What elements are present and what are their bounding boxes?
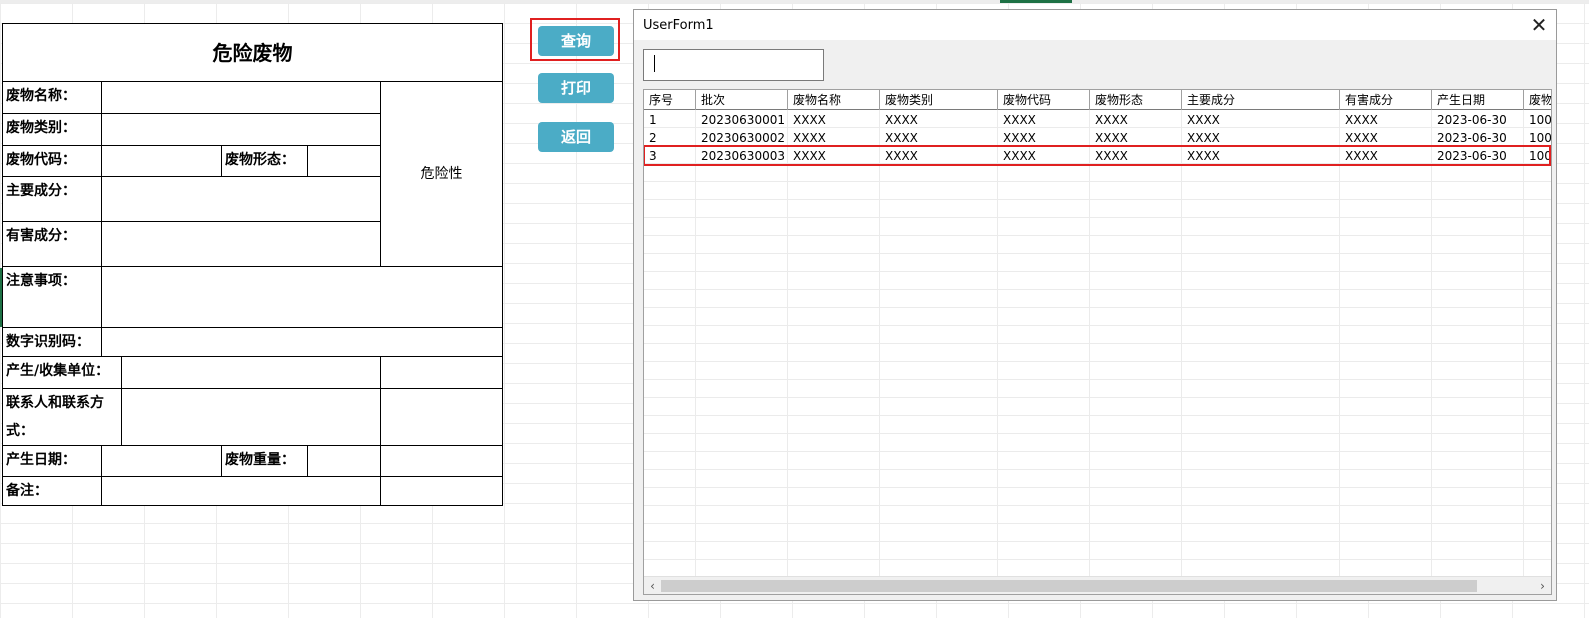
table-cell: XXXX — [1003, 113, 1036, 127]
remark-extra-cell[interactable] — [380, 476, 503, 506]
text-cursor — [654, 55, 655, 72]
table-cell: XXXX — [885, 113, 918, 127]
selected-row-highlight — [644, 145, 1551, 166]
print-button[interactable]: 打印 — [538, 73, 614, 103]
waste-weight-label: 废物重量： — [221, 445, 308, 477]
waste-form-label: 废物形态： — [221, 145, 308, 177]
producer-extra-cell[interactable] — [380, 356, 503, 389]
hazard-label: 危险性 — [380, 81, 503, 267]
column-header: 序号 — [644, 90, 696, 110]
userform-titlebar: UserForm1 ✕ — [634, 10, 1556, 40]
spreadsheet-column-header-strip — [0, 0, 1589, 3]
table-cell: XXXX — [1345, 113, 1378, 127]
production-date-label: 产生日期： — [2, 445, 102, 477]
main-component-label: 主要成分： — [2, 176, 102, 222]
back-button[interactable]: 返回 — [538, 122, 614, 152]
search-input[interactable] — [643, 49, 824, 81]
production-date-cell[interactable] — [101, 445, 222, 477]
contact-extra-cell[interactable] — [380, 388, 503, 446]
form-title: 危险废物 — [2, 23, 503, 82]
waste-category-label: 废物类别： — [2, 113, 102, 146]
query-button[interactable]: 查询 — [538, 26, 614, 56]
waste-weight-cell[interactable] — [307, 445, 381, 477]
contact-label: 联系人和联系方式： — [2, 388, 122, 446]
notes-label: 注意事项： — [2, 266, 102, 328]
waste-name-cell[interactable] — [101, 81, 381, 114]
column-header: 主要成分 — [1182, 90, 1340, 110]
selected-column-indicator — [1000, 0, 1072, 3]
table-cell: XXXX — [793, 113, 826, 127]
table-cell: 2023-06-30 — [1437, 113, 1507, 127]
table-cell: 20230630001 — [701, 113, 785, 127]
column-header: 产生日期 — [1432, 90, 1524, 110]
harmful-component-label: 有害成分： — [2, 221, 102, 267]
column-header: 废物类别 — [880, 90, 998, 110]
digital-id-cell[interactable] — [101, 327, 503, 357]
weight-extra-cell[interactable] — [380, 445, 503, 477]
column-header: 废物 — [1524, 90, 1551, 110]
notes-cell[interactable] — [101, 266, 503, 328]
waste-code-label: 废物代码： — [2, 145, 102, 177]
table-cell: 100 — [1529, 113, 1551, 127]
table-row[interactable]: 1 20230630001 XXXX XXXX XXXX XXXX XXXX XXXX 2023… — [644, 111, 1551, 129]
column-header: 废物名称 — [788, 90, 880, 110]
close-icon[interactable]: ✕ — [1528, 14, 1550, 36]
table-cell: XXXX — [1095, 113, 1128, 127]
producer-cell[interactable] — [121, 356, 381, 389]
hazardous-waste-label-form: 危险废物 废物名称： 危险性 废物类别： 废物代码： 废物形态： 主要成分： 有… — [2, 23, 503, 506]
main-component-cell[interactable] — [101, 176, 381, 222]
scroll-right-icon[interactable]: › — [1534, 577, 1551, 594]
scrollbar-thumb[interactable] — [661, 580, 1477, 592]
userform-window: UserForm1 ✕ 序号 批次 废物名称 废物类别 废物代码 废物形态 主要成分 有害成分… — [633, 9, 1557, 601]
digital-id-label: 数字识别码： — [2, 327, 102, 357]
table-cell: 1 — [649, 113, 657, 127]
waste-form-cell[interactable] — [307, 145, 381, 177]
results-header-row: 序号 批次 废物名称 废物类别 废物代码 废物形态 主要成分 有害成分 产生日期 废物 — [644, 90, 1551, 110]
results-listbox[interactable]: 序号 批次 废物名称 废物类别 废物代码 废物形态 主要成分 有害成分 产生日期 废物 1 2023… — [643, 89, 1552, 595]
contact-cell[interactable] — [121, 388, 381, 446]
harmful-component-cell[interactable] — [101, 221, 381, 267]
waste-name-label: 废物名称： — [2, 81, 102, 114]
waste-code-cell[interactable] — [101, 145, 222, 177]
remark-cell[interactable] — [101, 476, 381, 506]
waste-category-cell[interactable] — [101, 113, 381, 146]
producer-label: 产生/收集单位： — [2, 356, 122, 389]
column-header: 废物代码 — [998, 90, 1090, 110]
column-header: 批次 — [696, 90, 788, 110]
horizontal-scrollbar[interactable]: ‹ › — [644, 576, 1551, 594]
column-header: 废物形态 — [1090, 90, 1182, 110]
remark-label: 备注： — [2, 476, 102, 506]
scroll-left-icon[interactable]: ‹ — [644, 577, 661, 594]
userform-title: UserForm1 — [643, 18, 714, 33]
table-cell: XXXX — [1187, 113, 1220, 127]
column-header: 有害成分 — [1340, 90, 1432, 110]
